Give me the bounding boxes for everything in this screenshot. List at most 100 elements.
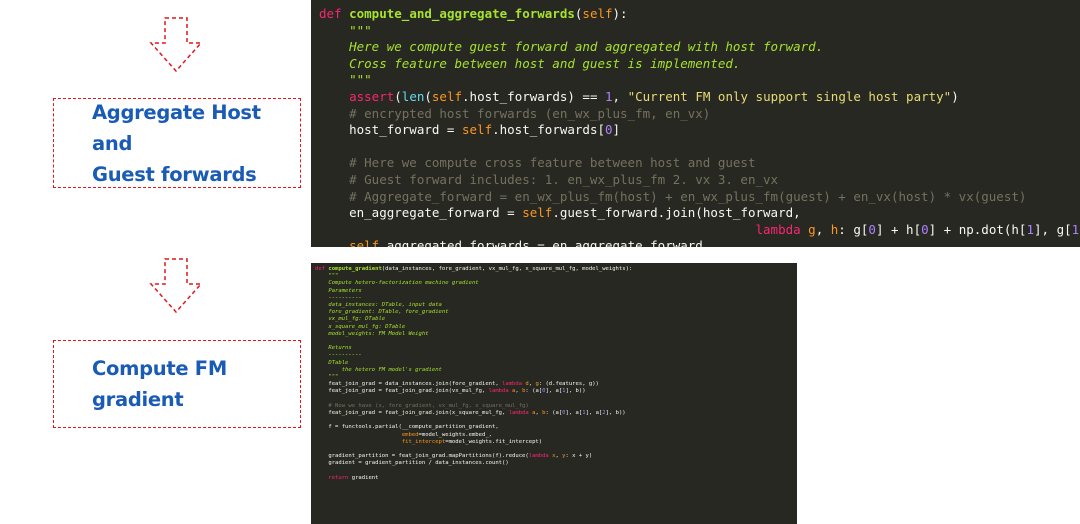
code-line: def compute_gradient(data_instances, for…	[315, 266, 797, 273]
code-token: feat_join_grad = feat_join_grad.join(x_s…	[315, 410, 509, 417]
code-token: gradient = gradient_partition / data_ins…	[315, 460, 509, 467]
code-token: return	[315, 474, 352, 481]
code-token: """	[319, 22, 372, 38]
code-token: (	[394, 88, 402, 104]
code-line: feat_join_grad = feat_join_grad.join(x_s…	[315, 410, 797, 417]
code-line: assert(len(self.host_forwards) == 1, "Cu…	[319, 89, 1080, 106]
code-token: gradient	[351, 474, 379, 481]
code-token: (	[424, 88, 432, 104]
code-token: compute_gradient	[328, 266, 382, 272]
code-token: feat_join_grad = data_instances.join(for…	[315, 381, 503, 388]
code-token: """	[315, 273, 339, 280]
code-token: lambda	[319, 221, 809, 237]
code-token: self	[522, 205, 553, 221]
code-token: .aggregated_forwards = en_aggregate_forw…	[379, 238, 703, 247]
step-label-line: Compute FM	[92, 357, 227, 380]
code-token: def	[319, 6, 350, 21]
code-line: gradient_partition = feat_join_grad.mapP…	[315, 453, 797, 460]
code-line: lambda g, h: g[0] + h[0] + np.dot(h[1], …	[319, 222, 1080, 239]
code-token: fore_gradient: DTable, fore_gradient	[315, 309, 449, 316]
code-line: f = functools.partial(__compute_partitio…	[315, 424, 797, 431]
code-token: DTable	[315, 359, 349, 366]
step-label-line: Aggregate Host and	[92, 100, 261, 155]
code-line: # encrypted host forwards (en_wx_plus_fm…	[319, 106, 1080, 123]
code-token: # Guest forward includes: 1. en_wx_plus_…	[319, 171, 779, 187]
code-token: 1	[1026, 221, 1034, 237]
code-token: : x + y)	[565, 453, 593, 460]
code-line: feat_join_grad = feat_join_grad.join(vx_…	[315, 388, 797, 395]
code-line: # Here we compute cross feature between …	[319, 155, 1080, 172]
code-token: Cross feature between host and guest is …	[319, 55, 741, 71]
code-line: vx_mul_fg: DTable	[315, 316, 797, 323]
code-token: def	[315, 266, 329, 272]
code-line: ----------	[315, 352, 797, 359]
code-token: data_instances: DTable, input data	[315, 302, 442, 309]
code-token: """	[319, 72, 372, 88]
code-line: self.aggregated_forwards = en_aggregate_…	[319, 238, 1080, 247]
code-line: def compute_and_aggregate_forwards(self)…	[319, 6, 1080, 23]
code-token: lambda	[528, 453, 553, 460]
code-line: # Guest forward includes: 1. en_wx_plus_…	[319, 172, 1080, 189]
step-label-compute-gradient: Compute FM gradient	[92, 353, 227, 415]
code-line: en_aggregate_forward = self.guest_forwar…	[319, 205, 1080, 222]
code-line: ----------	[315, 295, 797, 302]
code-token: : (a[	[525, 388, 543, 395]
code-token: self	[462, 122, 493, 138]
code-line: embed=model_weights.embed_,	[315, 432, 797, 439]
code-token: ], g[	[1034, 221, 1072, 237]
code-line: """	[315, 273, 797, 280]
code-line: Parameters	[315, 288, 797, 295]
code-token: ], a[	[565, 410, 583, 417]
code-token: 0	[921, 221, 929, 237]
code-token: model_weights: FM Model Weight	[315, 330, 429, 337]
code-token: self	[431, 88, 463, 104]
code-token: ] + h[	[875, 221, 922, 237]
code-token: 0	[605, 122, 613, 138]
step-label-line: gradient	[92, 388, 184, 411]
code-token: en_aggregate_forward =	[319, 205, 523, 221]
code-token: Here we compute guest forward and aggreg…	[319, 39, 824, 55]
code-token: Compute hetero-factorization machine gra…	[315, 280, 479, 287]
code-token: vx_mul_fg: DTable	[315, 316, 386, 323]
code-token: len	[401, 88, 425, 104]
step-label-line: Guest forwards	[92, 162, 257, 186]
code-token: embed	[315, 431, 419, 438]
code-token: the hetero FM model's gradient	[315, 366, 442, 373]
code-line: the hetero FM model's gradient	[315, 367, 797, 374]
code-line: x_square_mul_fg: DTable	[315, 324, 797, 331]
code-token: ,	[815, 221, 831, 237]
code-token: ] + np.dot(h[	[928, 221, 1027, 237]
code-panel-compute-gradient: def compute_gradient(data_instances, for…	[311, 263, 797, 524]
code-token: """	[315, 374, 339, 381]
code-token: .host_forwards[	[492, 122, 605, 138]
code-token: =model_weights.embed_,	[418, 431, 493, 438]
down-arrow-2-icon	[149, 258, 203, 314]
code-line: return gradient	[315, 475, 797, 482]
code-token: f = functools.partial(__compute_partitio…	[315, 424, 499, 431]
code-token: lambda	[488, 388, 513, 395]
code-line: data_instances: DTable, input data	[315, 302, 797, 309]
step-label-aggregate-forwards: Aggregate Host and Guest forwards	[92, 97, 300, 190]
code-token: self	[582, 6, 613, 21]
down-arrow-1-icon	[149, 17, 203, 73]
code-token: : (d.features, g))	[538, 381, 599, 388]
code-token: =model_weights.fit_intercept)	[445, 438, 543, 445]
code-token: ], a[	[545, 388, 563, 395]
code-token: # Aggregate_forward = en_wx_plus_fm(host…	[319, 188, 1027, 204]
code-token: 0	[868, 221, 876, 237]
code-line: # Now we have (x, fore_gradient, vx_mul_…	[315, 403, 797, 410]
code-line: Cross feature between host and guest is …	[319, 56, 1080, 73]
code-line: """	[319, 23, 1080, 40]
code-token: compute_and_aggregate_forwards	[349, 6, 575, 21]
code-text: def compute_gradient(data_instances, for…	[311, 263, 797, 482]
code-token: ):	[612, 6, 628, 21]
code-token: ], a[	[585, 410, 603, 417]
code-token: fit_intercept	[315, 438, 446, 445]
code-token: Returns	[315, 345, 352, 352]
code-token: lambda	[502, 381, 526, 388]
code-token: ]	[612, 122, 621, 138]
